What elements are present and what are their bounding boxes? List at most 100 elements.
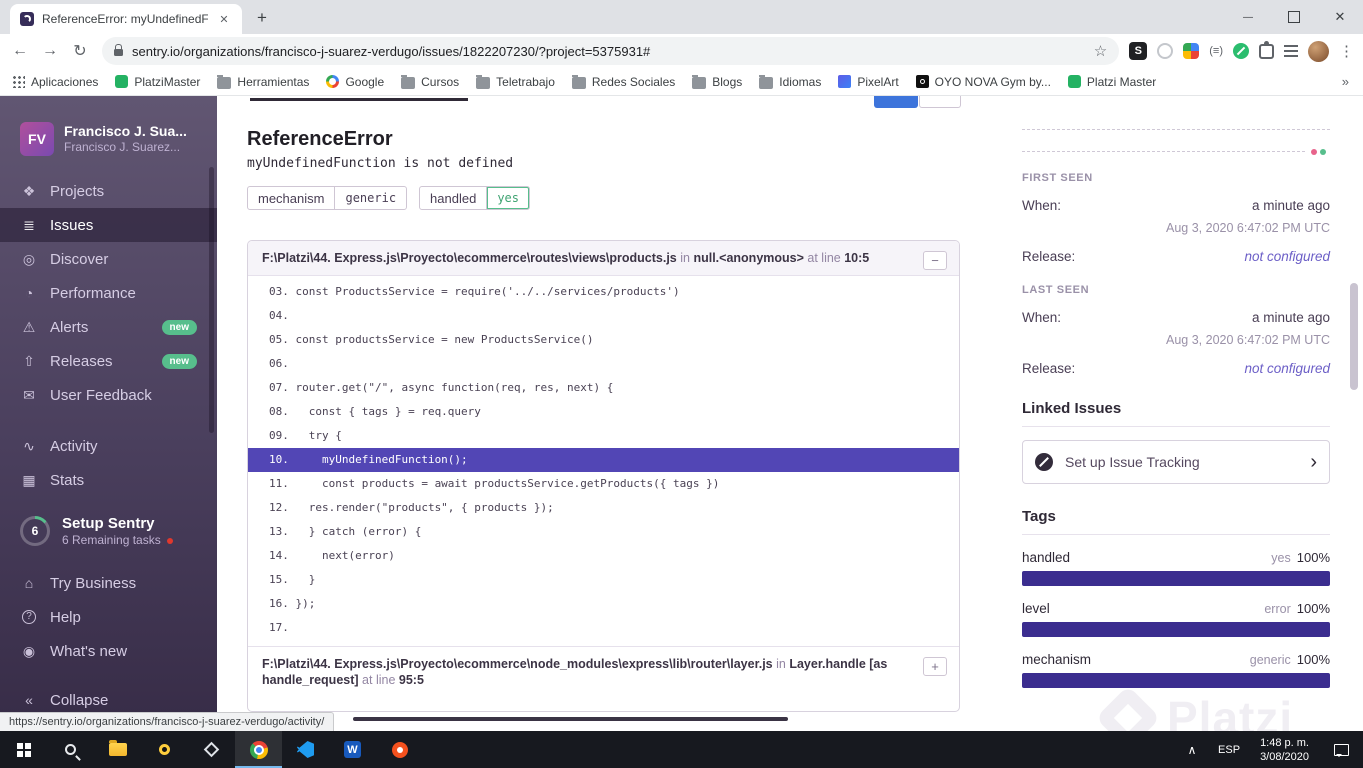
sidebar-nav-item[interactable]: Discover bbox=[0, 242, 217, 276]
bookmark-item[interactable]: Cursos bbox=[401, 74, 459, 89]
chrome-button[interactable] bbox=[235, 731, 282, 768]
resolve-button-fragment[interactable] bbox=[874, 96, 918, 108]
tag-distribution-row[interactable]: level error 100% bbox=[1022, 601, 1330, 637]
vscode-button[interactable] bbox=[282, 731, 329, 768]
bookmark-item[interactable]: Blogs bbox=[692, 74, 743, 89]
start-button[interactable] bbox=[0, 731, 47, 768]
setup-issue-tracking-button[interactable]: Set up Issue Tracking bbox=[1022, 440, 1330, 484]
extension-icon[interactable] bbox=[1284, 45, 1298, 57]
when-value[interactable]: a minute ago bbox=[1252, 198, 1330, 213]
tag-pill[interactable]: mechanism generic bbox=[247, 186, 408, 210]
next-frame-fragment bbox=[353, 717, 788, 721]
back-button[interactable] bbox=[6, 37, 34, 65]
tag-key[interactable]: mechanism bbox=[1022, 652, 1091, 667]
taskbar-clock[interactable]: 1:48 p. m. 3/08/2020 bbox=[1250, 736, 1319, 764]
sidebar-footer-item[interactable]: Help bbox=[0, 600, 217, 634]
tag-key[interactable]: level bbox=[1022, 601, 1050, 616]
when-value[interactable]: a minute ago bbox=[1252, 310, 1330, 325]
sidebar-footer-item[interactable]: What's new bbox=[0, 634, 217, 668]
taskbar-search-button[interactable] bbox=[47, 731, 94, 768]
sidebar-nav-item[interactable]: Activity bbox=[0, 429, 217, 463]
bookmark-item[interactable]: Platzi Master bbox=[1067, 75, 1156, 89]
window-maximize-button[interactable] bbox=[1271, 0, 1317, 34]
bookmarks-overflow-icon[interactable] bbox=[1342, 74, 1349, 89]
window-minimize-button[interactable] bbox=[1225, 0, 1271, 34]
tag-bar bbox=[1022, 673, 1330, 688]
footer-label: What's new bbox=[50, 642, 128, 660]
org-switcher[interactable]: FV Francisco J. Sua... Francisco J. Suar… bbox=[0, 96, 217, 156]
sidebar-nav-item[interactable]: Projects bbox=[0, 174, 217, 208]
frame-lineno: 95:5 bbox=[398, 673, 424, 687]
browser-tab[interactable]: ReferenceError: myUndefinedFun... bbox=[10, 4, 242, 34]
button-fragment[interactable] bbox=[919, 96, 961, 108]
file-explorer-button[interactable] bbox=[94, 731, 141, 768]
code-line: 16. }); bbox=[269, 597, 316, 610]
code-line: 04. bbox=[269, 309, 296, 322]
window-close-button[interactable] bbox=[1317, 0, 1363, 34]
nav-label: Releases bbox=[50, 352, 113, 370]
tag-distribution-row[interactable]: mechanism generic 100% bbox=[1022, 652, 1330, 688]
extension-icon[interactable] bbox=[1233, 43, 1249, 59]
nav-label: Stats bbox=[50, 471, 85, 489]
url-text[interactable]: sentry.io/organizations/francisco-j-suar… bbox=[132, 44, 1085, 59]
issue-tracking-icon bbox=[1035, 453, 1053, 471]
bookmark-item[interactable]: PixelArt bbox=[838, 75, 899, 89]
bookmark-item[interactable]: Herramientas bbox=[217, 74, 309, 89]
sidebar-nav-item[interactable]: Stats bbox=[0, 463, 217, 497]
release-link[interactable]: not configured bbox=[1244, 361, 1330, 376]
chart-dot-green bbox=[1320, 149, 1326, 155]
bookmark-star-icon[interactable] bbox=[1094, 42, 1107, 60]
sidebar-nav-item[interactable]: Performance bbox=[0, 276, 217, 310]
extension-icon[interactable] bbox=[1129, 42, 1148, 60]
tag-pill[interactable]: handled yes bbox=[419, 186, 531, 210]
setup-sentry-widget[interactable]: 6 Setup Sentry 6 Remaining tasks bbox=[0, 506, 217, 556]
sidebar-nav-item[interactable]: Releases new bbox=[0, 344, 217, 378]
vscode-icon bbox=[297, 741, 314, 758]
new-tab-button[interactable] bbox=[248, 4, 276, 32]
stack-frame-header[interactable]: F:\Platzi\44. Express.js\Proyecto\ecomme… bbox=[248, 646, 959, 697]
browser-menu-icon[interactable] bbox=[1339, 42, 1349, 60]
reload-button[interactable] bbox=[66, 37, 94, 65]
tray-expand-icon[interactable] bbox=[1176, 743, 1208, 757]
nav-label: Projects bbox=[50, 182, 105, 200]
sidebar-footer-item[interactable]: Try Business bbox=[0, 566, 217, 600]
extensions-puzzle-icon[interactable] bbox=[1259, 40, 1274, 59]
stack-frame-header[interactable]: F:\Platzi\44. Express.js\Proyecto\ecomme… bbox=[248, 241, 959, 276]
expand-frame-button[interactable] bbox=[923, 657, 947, 676]
sidebar-scrollbar[interactable] bbox=[209, 167, 214, 433]
browser-profile-avatar[interactable] bbox=[1308, 40, 1329, 62]
bookmark-item[interactable]: Idiomas bbox=[759, 74, 821, 89]
bookmark-item[interactable]: Google bbox=[326, 75, 384, 89]
bookmark-item[interactable]: Aplicaciones bbox=[12, 75, 98, 89]
collapse-frame-button[interactable] bbox=[923, 251, 947, 270]
extension-icon[interactable] bbox=[1183, 43, 1200, 59]
address-bar[interactable]: sentry.io/organizations/francisco-j-suar… bbox=[102, 37, 1120, 65]
forward-button[interactable] bbox=[36, 37, 64, 65]
extension-icon[interactable] bbox=[1157, 43, 1174, 59]
taskbar-app-button[interactable] bbox=[376, 731, 423, 768]
language-indicator[interactable]: ESP bbox=[1208, 744, 1250, 756]
taskbar-app-button[interactable] bbox=[188, 731, 235, 768]
tag-distribution-row[interactable]: handled yes 100% bbox=[1022, 550, 1330, 586]
bookmark-item[interactable]: PlatziMaster bbox=[115, 75, 200, 89]
nav-label: Issues bbox=[50, 216, 94, 234]
sidebar-nav-item[interactable]: Issues bbox=[0, 208, 217, 242]
bookmark-item[interactable]: Teletrabajo bbox=[476, 74, 555, 89]
release-link[interactable]: not configured bbox=[1244, 249, 1330, 264]
bookmark-label: Redes Sociales bbox=[591, 74, 676, 89]
footer-label: Try Business bbox=[50, 574, 137, 592]
bookmark-item[interactable]: Redes Sociales bbox=[571, 74, 676, 89]
code-line: 08. const { tags } = req.query bbox=[269, 405, 481, 418]
bookmark-item[interactable]: OYO NOVA Gym by... bbox=[915, 75, 1051, 89]
page-scrollbar-thumb[interactable] bbox=[1350, 283, 1358, 390]
taskbar-app-button[interactable] bbox=[141, 731, 188, 768]
sidebar-nav-item[interactable]: Alerts new bbox=[0, 310, 217, 344]
bookmark-label: PlatziMaster bbox=[134, 74, 201, 89]
tab-close-icon[interactable] bbox=[216, 11, 232, 27]
tag-key[interactable]: handled bbox=[1022, 550, 1070, 565]
bookmark-label: Blogs bbox=[712, 74, 743, 89]
word-button[interactable] bbox=[329, 731, 376, 768]
action-center-button[interactable] bbox=[1319, 743, 1363, 757]
sidebar-nav-item[interactable]: User Feedback bbox=[0, 378, 217, 412]
extension-icon[interactable] bbox=[1209, 45, 1223, 57]
